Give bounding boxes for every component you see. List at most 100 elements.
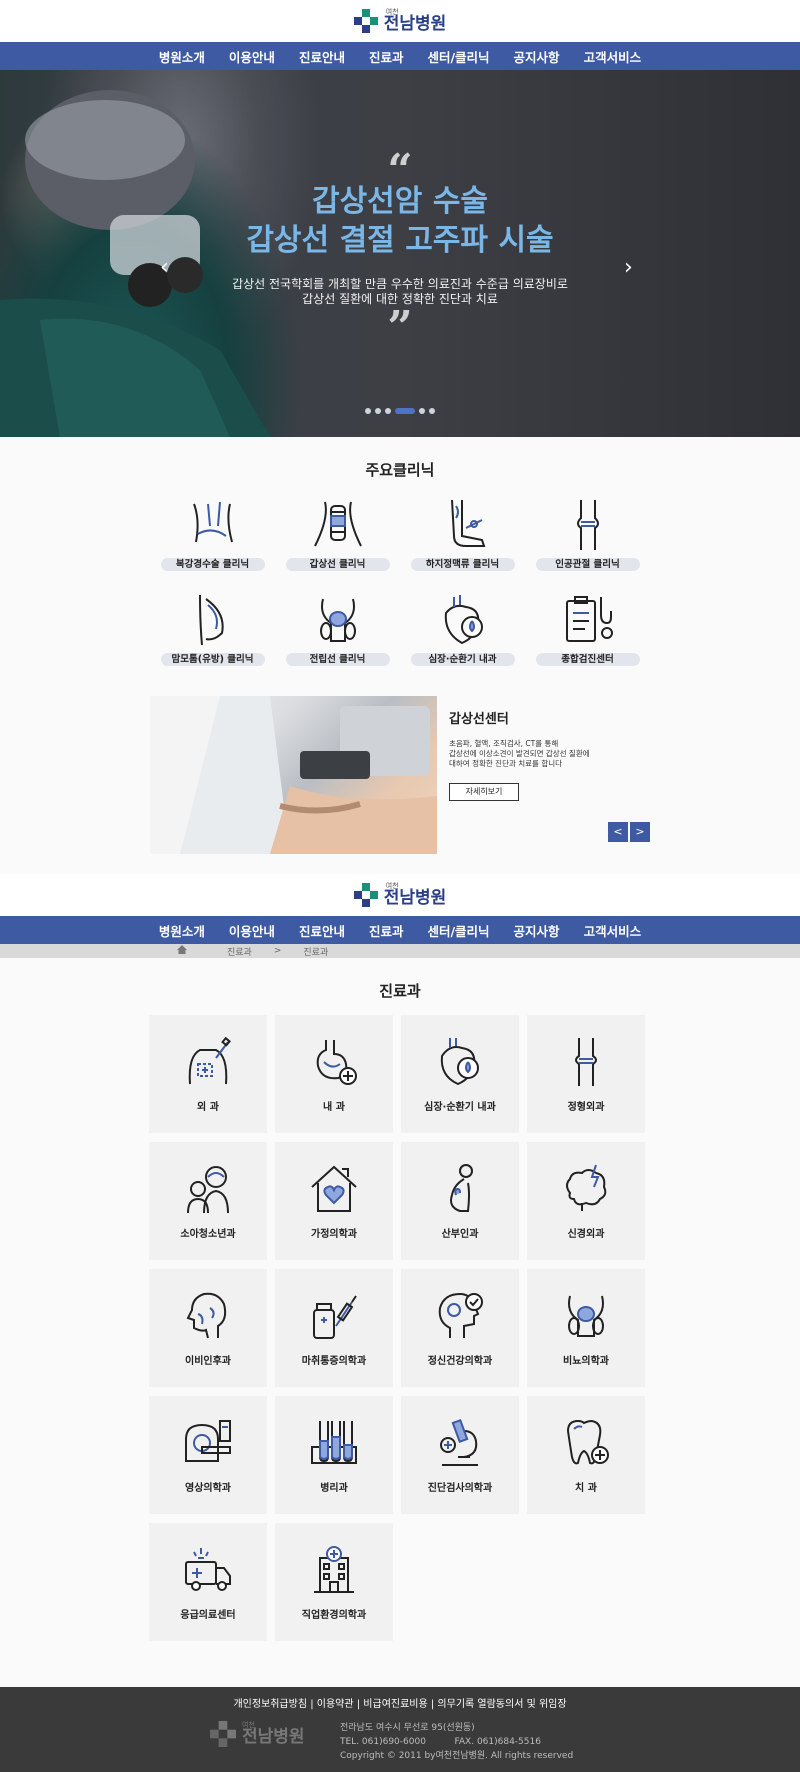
breadcrumb-level2[interactable]: 진료과 xyxy=(303,945,328,958)
clinic-breast[interactable]: 맘모톰(유방) 클리닉 xyxy=(150,593,275,666)
logo-name: 전남병원 xyxy=(383,888,447,908)
nav-item-service[interactable]: 고객서비스 xyxy=(572,921,654,940)
dept-occupational[interactable]: 직업환경의학과 xyxy=(275,1523,393,1641)
nav-item-notices[interactable]: 공지사항 xyxy=(502,47,572,66)
hero-next-arrow-icon[interactable]: › xyxy=(624,255,633,280)
slider-dot[interactable] xyxy=(419,408,425,414)
dept-anesthesiology[interactable]: 마취통증의학과 xyxy=(275,1269,393,1387)
dept-label: 이비인후과 xyxy=(185,1355,231,1367)
dept-label: 소아청소년과 xyxy=(180,1228,236,1240)
nav-item-about[interactable]: 병원소개 xyxy=(147,47,217,66)
dept-ent[interactable]: 이비인후과 xyxy=(149,1269,267,1387)
nav-item-about[interactable]: 병원소개 xyxy=(147,921,217,940)
brain-icon xyxy=(566,1164,607,1211)
dept-obgyn[interactable]: 산부인과 xyxy=(401,1142,519,1260)
dept-family[interactable]: 가정의학과 xyxy=(275,1142,393,1260)
feature-next-button[interactable]: > xyxy=(630,822,650,842)
slider-dot-active[interactable] xyxy=(395,408,415,414)
microscope-icon xyxy=(440,1418,478,1466)
footer-logo: 여천 전남병원 xyxy=(210,1721,305,1747)
heart-icon xyxy=(444,595,483,645)
tooth-icon xyxy=(566,1419,609,1464)
clinic-abdomen[interactable]: 복강경수술 클리닉 xyxy=(150,498,275,571)
dept-urology[interactable]: 비뇨의학과 xyxy=(527,1269,645,1387)
footer-logo-name: 전남병원 xyxy=(242,1727,305,1747)
dept-dental[interactable]: 치 과 xyxy=(527,1396,645,1514)
ent-icon xyxy=(186,1292,227,1338)
nav-item-centers[interactable]: 센터/클리닉 xyxy=(415,47,501,66)
clinic-label: 종합검진센터 xyxy=(535,653,640,666)
dept-label: 응급의료센터 xyxy=(180,1609,236,1621)
mind-icon xyxy=(438,1292,483,1338)
abdomen-icon xyxy=(192,501,233,543)
breadcrumb-level1[interactable]: 진료과 xyxy=(227,945,252,958)
dept-label: 정신건강의학과 xyxy=(427,1355,493,1367)
dept-orthopedics[interactable]: 정형외과 xyxy=(527,1015,645,1133)
feature-prev-button[interactable]: < xyxy=(608,822,628,842)
clinic-heart[interactable]: 심장·순환기 내과 xyxy=(400,593,525,666)
nav-item-notices[interactable]: 공지사항 xyxy=(502,921,572,940)
nav-item-treatment[interactable]: 진료안내 xyxy=(287,921,357,940)
heart-icon xyxy=(440,1037,479,1085)
clinic-label: 맘모톰(유방) 클리닉 xyxy=(160,653,265,666)
site-header-2: 여천 전남병원 xyxy=(0,874,800,916)
home-icon[interactable] xyxy=(177,945,187,957)
surgery-icon xyxy=(188,1036,231,1084)
nav-item-departments[interactable]: 진료과 xyxy=(357,921,416,940)
clinics-title: 주요클리닉 xyxy=(365,461,435,479)
hospital-icon xyxy=(314,1545,354,1593)
dept-psychiatry[interactable]: 정신건강의학과 xyxy=(401,1269,519,1387)
urology-icon xyxy=(568,1295,604,1337)
breadcrumb: 진료과 > 진료과 xyxy=(0,944,800,958)
site-logo[interactable]: 여천 전남병원 xyxy=(353,9,446,33)
leg-vein-icon xyxy=(450,499,485,547)
more-button[interactable]: 자세히보기 xyxy=(449,783,519,801)
dept-radiology[interactable]: 영상의학과 xyxy=(149,1396,267,1514)
dept-surgery[interactable]: 외 과 xyxy=(149,1015,267,1133)
clinic-thyroid[interactable]: 갑상선 클리닉 xyxy=(275,498,400,571)
hero-prev-arrow-icon[interactable]: ‹ xyxy=(160,255,169,280)
nav-item-guide[interactable]: 이용안내 xyxy=(217,47,287,66)
dept-label: 영상의학과 xyxy=(185,1482,231,1494)
ultrasound-photo xyxy=(150,696,437,854)
site-header: 여천 전남병원 xyxy=(0,0,800,42)
clinic-prostate[interactable]: 전립선 클리닉 xyxy=(275,593,400,666)
test-tube-icon xyxy=(311,1420,357,1464)
nav-item-guide[interactable]: 이용안내 xyxy=(217,921,287,940)
nav-item-centers[interactable]: 센터/클리닉 xyxy=(415,921,501,940)
footer-links[interactable]: 개인정보취급방침 | 이용약관 | 비급여진료비용 | 의무기록 열람동의서 및… xyxy=(0,1695,800,1710)
slider-dot[interactable] xyxy=(365,408,371,414)
dept-pediatrics[interactable]: 소아청소년과 xyxy=(149,1142,267,1260)
slider-dot[interactable] xyxy=(429,408,435,414)
clinic-checkup[interactable]: 종합검진센터 xyxy=(525,593,650,666)
stomach-icon xyxy=(316,1039,357,1085)
feature-controls: < > xyxy=(608,822,650,842)
dept-cardiology[interactable]: 심장·순환기 내과 xyxy=(401,1015,519,1133)
hero-subtitle-line1: 갑상선 전국학회를 개최할 만큼 우수한 의료진과 수준급 의료장비로 xyxy=(232,277,568,291)
main-nav-2: 병원소개 이용안내 진료안내 진료과 센터/클리닉 공지사항 고객서비스 xyxy=(0,916,800,944)
department-grid: 외 과 내 과 심장·순환기 내과 정형외과 소아청소년과 가정의학과 산부인과… xyxy=(149,1015,651,1641)
dept-neurosurgery[interactable]: 신경외과 xyxy=(527,1142,645,1260)
dept-label: 가정의학과 xyxy=(311,1228,357,1240)
departments-title: 진료과 xyxy=(379,982,421,1000)
nav-item-service[interactable]: 고객서비스 xyxy=(572,47,654,66)
dept-label: 정형외과 xyxy=(567,1101,605,1113)
slider-pagination xyxy=(0,408,800,414)
dept-pathology[interactable]: 병리과 xyxy=(275,1396,393,1514)
site-logo-2[interactable]: 여천 전남병원 xyxy=(353,883,447,908)
dept-emergency[interactable]: 응급의료센터 xyxy=(149,1523,267,1641)
clinic-leg-vein[interactable]: 하지정맥류 클리닉 xyxy=(400,498,525,571)
hospital-cross-logo-icon xyxy=(210,1721,236,1747)
dept-internal[interactable]: 내 과 xyxy=(275,1015,393,1133)
clinic-joint[interactable]: 인공관절 클리닉 xyxy=(525,498,650,571)
feature-desc-line1: 초음파, 혈액, 조직검사, CT를 통해 xyxy=(449,739,559,748)
dept-lab-medicine[interactable]: 진단검사의학과 xyxy=(401,1396,519,1514)
breast-icon xyxy=(198,594,224,646)
dept-label: 산부인과 xyxy=(441,1228,479,1240)
hero-title: 갑상선암 수술 갑상선 결절 고주파 시술 xyxy=(0,182,800,260)
hero-title-line2: 갑상선 결절 고주파 시술 xyxy=(246,223,554,258)
slider-dot[interactable] xyxy=(375,408,381,414)
slider-dot[interactable] xyxy=(385,408,391,414)
nav-item-treatment[interactable]: 진료안내 xyxy=(287,47,357,66)
nav-item-departments[interactable]: 진료과 xyxy=(357,47,416,66)
